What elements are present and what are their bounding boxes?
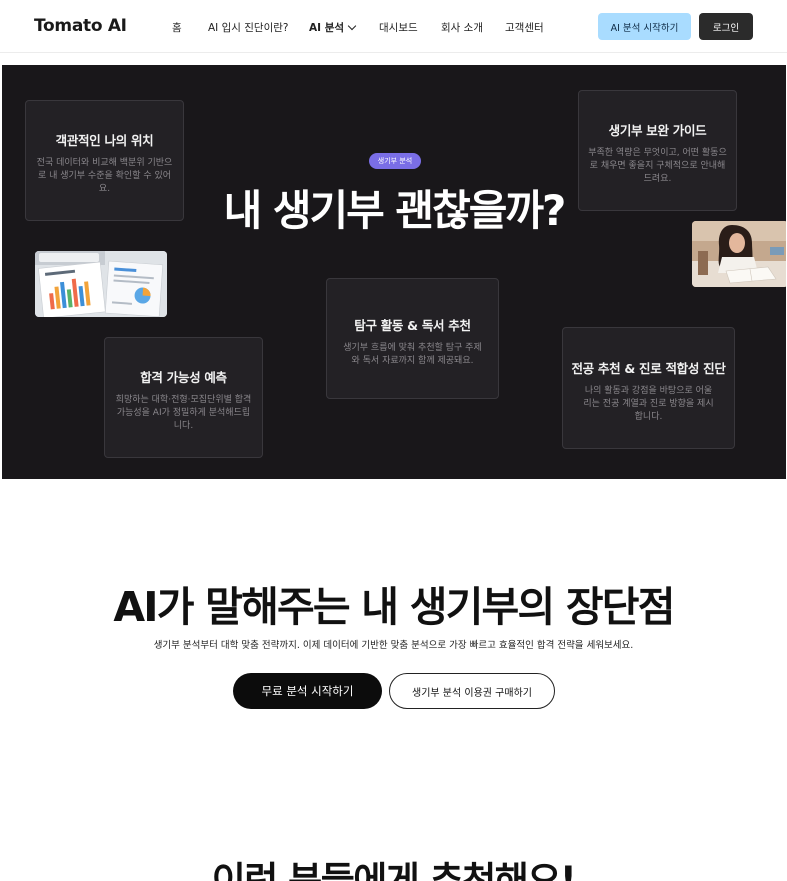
nav-ai-diagnosis[interactable]: AI 입시 진단이란? [208, 20, 289, 35]
free-analysis-button[interactable]: 무료 분석 시작하기 [233, 673, 382, 709]
nav-home[interactable]: 홈 [172, 20, 182, 35]
buy-pass-button[interactable]: 생기부 분석 이용권 구매하기 [389, 673, 555, 709]
card-desc: 생기부 흐름에 맞춰 추천할 탐구 주제와 독서 자료까지 함께 제공돼요. [343, 343, 482, 366]
card-desc: 희망하는 대학·전형·모집단위별 합격 가능성을 AI가 정밀하게 분석해드립니… [115, 395, 252, 431]
start-analysis-button[interactable]: AI 분석 시작하기 [598, 13, 691, 40]
chevron-down-icon [347, 21, 357, 31]
hero-section: 객관적인 나의 위치 전국 데이터와 비교해 백분위 기반으로 내 생기부 수준… [2, 65, 786, 479]
section-subtitle: 생기부 분석부터 대학 맞춤 전략까지. 이제 데이터에 기반한 맞춤 분석으로… [153, 640, 634, 651]
card-title: 객관적인 나의 위치 [55, 133, 154, 148]
card-title: 탐구 활동 & 독서 추천 [354, 318, 471, 333]
nav-ai-analysis[interactable]: AI 분석 [309, 20, 357, 35]
hero-title: 내 생기부 괜찮을까? [223, 186, 567, 235]
top-header: Tomato AI 홈 AI 입시 진단이란? AI 분석 대시보드 회사 소개… [0, 0, 787, 53]
feature-card-research: 탐구 활동 & 독서 추천 생기부 흐름에 맞춰 추천할 탐구 주제와 독서 자… [326, 278, 499, 399]
card-desc: 나의 활동과 강점을 바탕으로 어울리는 전공 계열과 진로 방향을 제시합니다… [583, 386, 714, 422]
student-reading-photo [692, 221, 786, 287]
card-title: 합격 가능성 예측 [140, 370, 227, 385]
nav-dashboard[interactable]: 대시보드 [379, 20, 418, 35]
analytics-photo [35, 251, 167, 317]
card-title: 전공 추천 & 진로 적합성 진단 [571, 361, 726, 376]
login-button[interactable]: 로그인 [699, 13, 753, 40]
nav-support[interactable]: 고객센터 [505, 20, 544, 35]
card-title: 생기부 보완 가이드 [608, 123, 707, 138]
nav-company[interactable]: 회사 소개 [441, 20, 483, 35]
nav-ai-analysis-label: AI 분석 [309, 22, 345, 34]
feature-card-major: 전공 추천 & 진로 적합성 진단 나의 활동과 강점을 바탕으로 어울리는 전… [562, 327, 735, 449]
hero-badge: 생기부 분석 [369, 153, 421, 169]
feature-card-prediction: 합격 가능성 예측 희망하는 대학·전형·모집단위별 합격 가능성을 AI가 정… [104, 337, 263, 458]
recommend-section-title: 이런 분들에게 추천해요! [211, 859, 577, 881]
section-title: AI가 말해주는 내 생기부의 장단점 [113, 583, 675, 631]
logo[interactable]: Tomato AI [34, 16, 127, 36]
